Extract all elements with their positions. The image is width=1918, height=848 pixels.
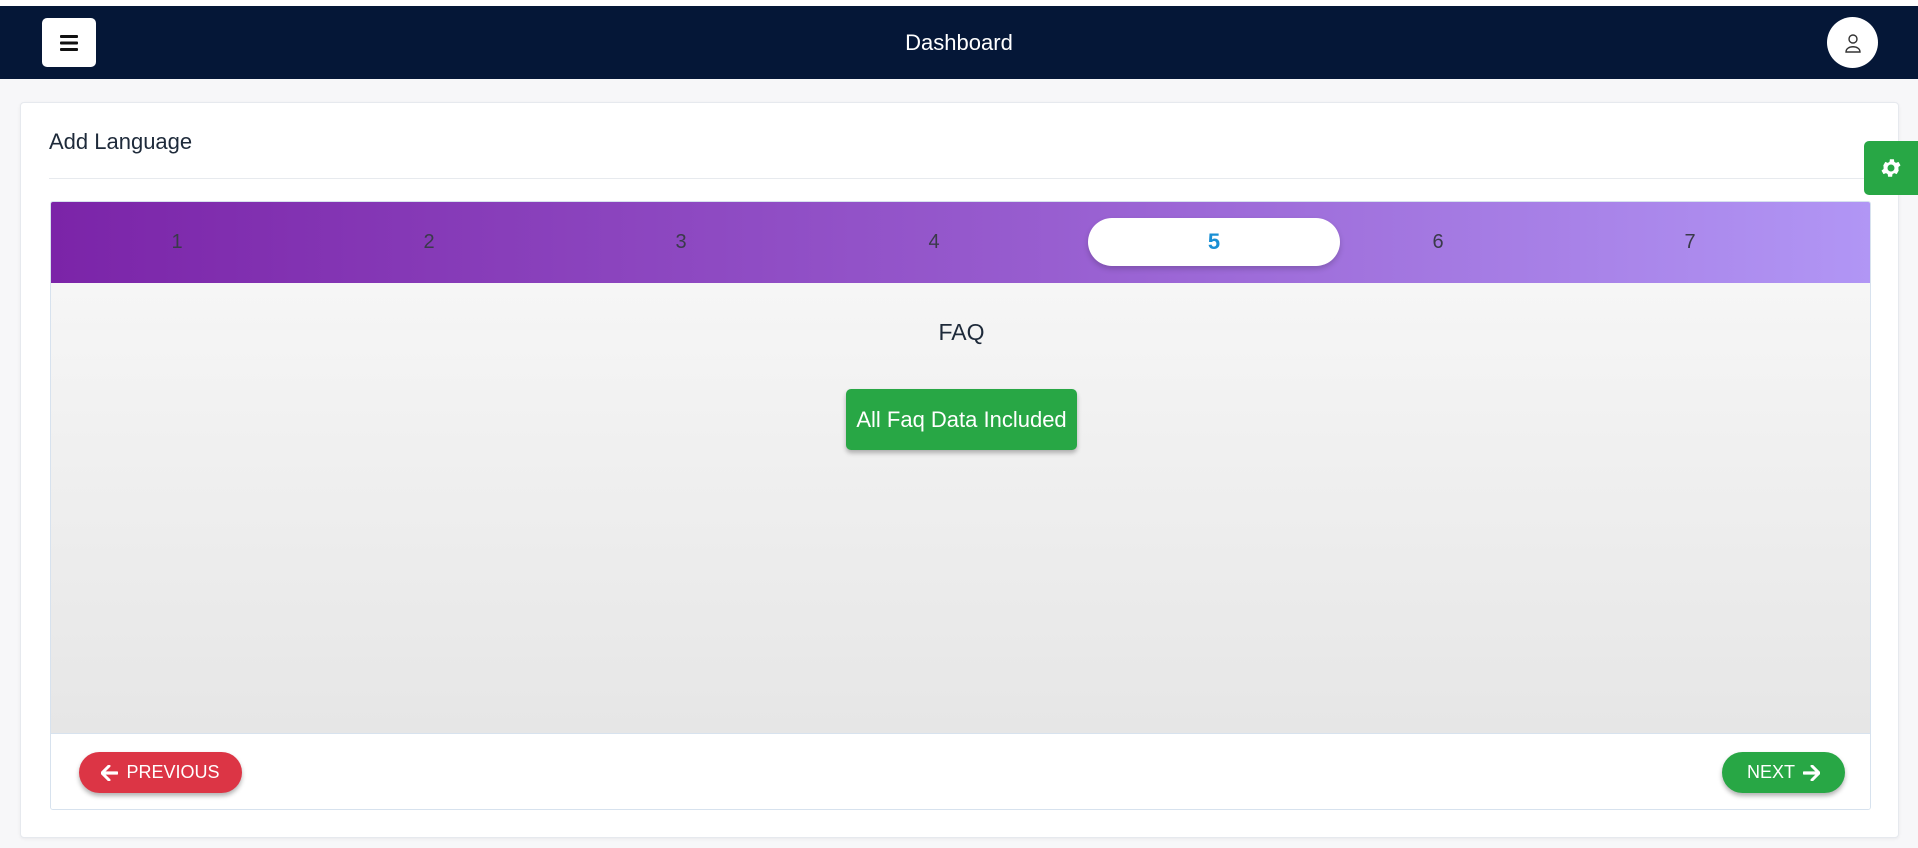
- all-faq-included-button[interactable]: All Faq Data Included: [846, 389, 1077, 450]
- user-profile-button[interactable]: [1827, 17, 1878, 68]
- wizard-footer: PREVIOUS NEXT: [51, 733, 1870, 809]
- arrow-left-icon: [101, 764, 119, 781]
- arrow-right-icon: [1803, 764, 1820, 781]
- wizard-step-7[interactable]: 7: [1564, 218, 1816, 266]
- previous-button-label: PREVIOUS: [126, 762, 220, 782]
- wizard-step-2[interactable]: 2: [303, 218, 555, 266]
- card-title: Add Language: [49, 129, 193, 154]
- wizard-step-5-active[interactable]: 5: [1088, 218, 1340, 266]
- wizard-step-3[interactable]: 3: [555, 218, 807, 266]
- previous-button[interactable]: PREVIOUS: [79, 752, 242, 793]
- wizard-step-panel: FAQ All Faq Data Included: [51, 283, 1870, 733]
- panel-heading: FAQ: [938, 319, 985, 345]
- user-icon: [1844, 33, 1861, 53]
- step-wizard: 1 2 3 4 5 6 7 FAQ All Faq Data Included …: [50, 201, 1871, 810]
- settings-panel-toggle[interactable]: [1864, 141, 1918, 195]
- menu-toggle-button[interactable]: [42, 18, 96, 67]
- card-divider: [49, 178, 1871, 179]
- next-button[interactable]: NEXT: [1722, 752, 1845, 793]
- gear-icon: [1881, 159, 1901, 177]
- wizard-steps-bar: 1 2 3 4 5 6 7: [51, 202, 1870, 283]
- wizard-step-1[interactable]: 1: [51, 218, 303, 266]
- wizard-step-6[interactable]: 6: [1312, 218, 1564, 266]
- add-language-card: Add Language 1 2 3 4 5 6 7 FAQ All Faq D…: [20, 102, 1899, 838]
- navbar-title: Dashboard: [905, 29, 1013, 55]
- hamburger-icon: [60, 34, 78, 51]
- wizard-step-4[interactable]: 4: [808, 218, 1060, 266]
- next-button-label: NEXT: [1746, 762, 1795, 782]
- top-navbar: Dashboard: [0, 6, 1918, 79]
